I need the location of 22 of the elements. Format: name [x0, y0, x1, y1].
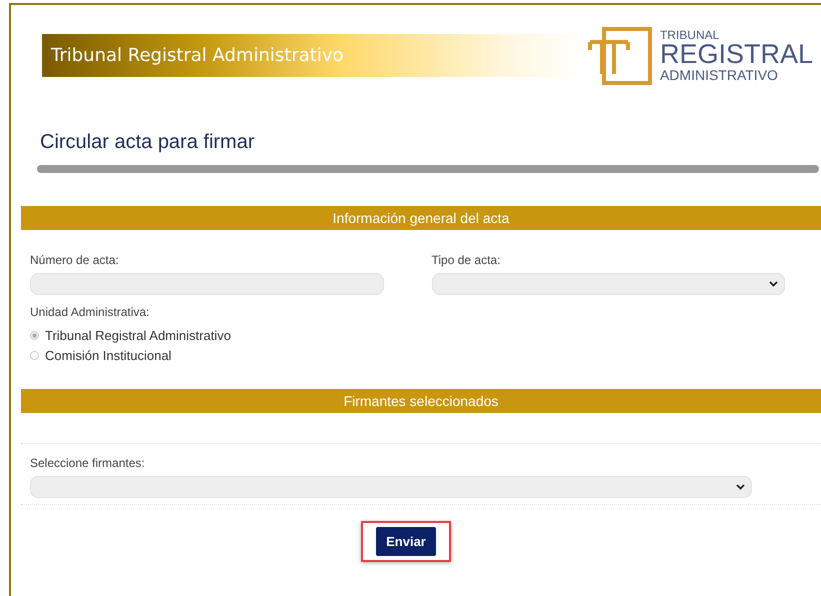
page-title: Circular acta para firmar — [40, 131, 256, 154]
field-label: Seleccione firmantes: — [30, 456, 146, 470]
dropdown-field[interactable] — [30, 476, 752, 498]
input-field[interactable] — [30, 273, 384, 295]
section-header: Firmantes seleccionados — [21, 389, 821, 413]
chevron-down-icon — [769, 281, 778, 287]
field-label: Tipo de acta: — [432, 253, 502, 267]
columns-logo-icon — [588, 26, 654, 86]
dropdown-field[interactable] — [432, 273, 785, 295]
section-header: Información general del acta — [21, 206, 821, 230]
radio-button[interactable] — [30, 350, 39, 360]
banner-title: Tribunal Registral Administrativo — [51, 45, 344, 66]
field-label: Unidad Administrativa: — [30, 305, 150, 319]
submit-button[interactable]: Enviar — [376, 527, 436, 556]
chevron-down-icon — [736, 484, 745, 490]
radio-button[interactable] — [30, 330, 39, 340]
logo-text: ADMINISTRATIVO — [660, 68, 779, 82]
radio-label: Comisión Institucional — [45, 348, 172, 362]
logo-text: REGISTRAL — [660, 41, 813, 68]
logo-text: TRIBUNAL — [660, 29, 720, 41]
field-label: Número de acta: — [30, 253, 120, 267]
radio-label: Tribunal Registral Administrativo — [45, 328, 231, 342]
